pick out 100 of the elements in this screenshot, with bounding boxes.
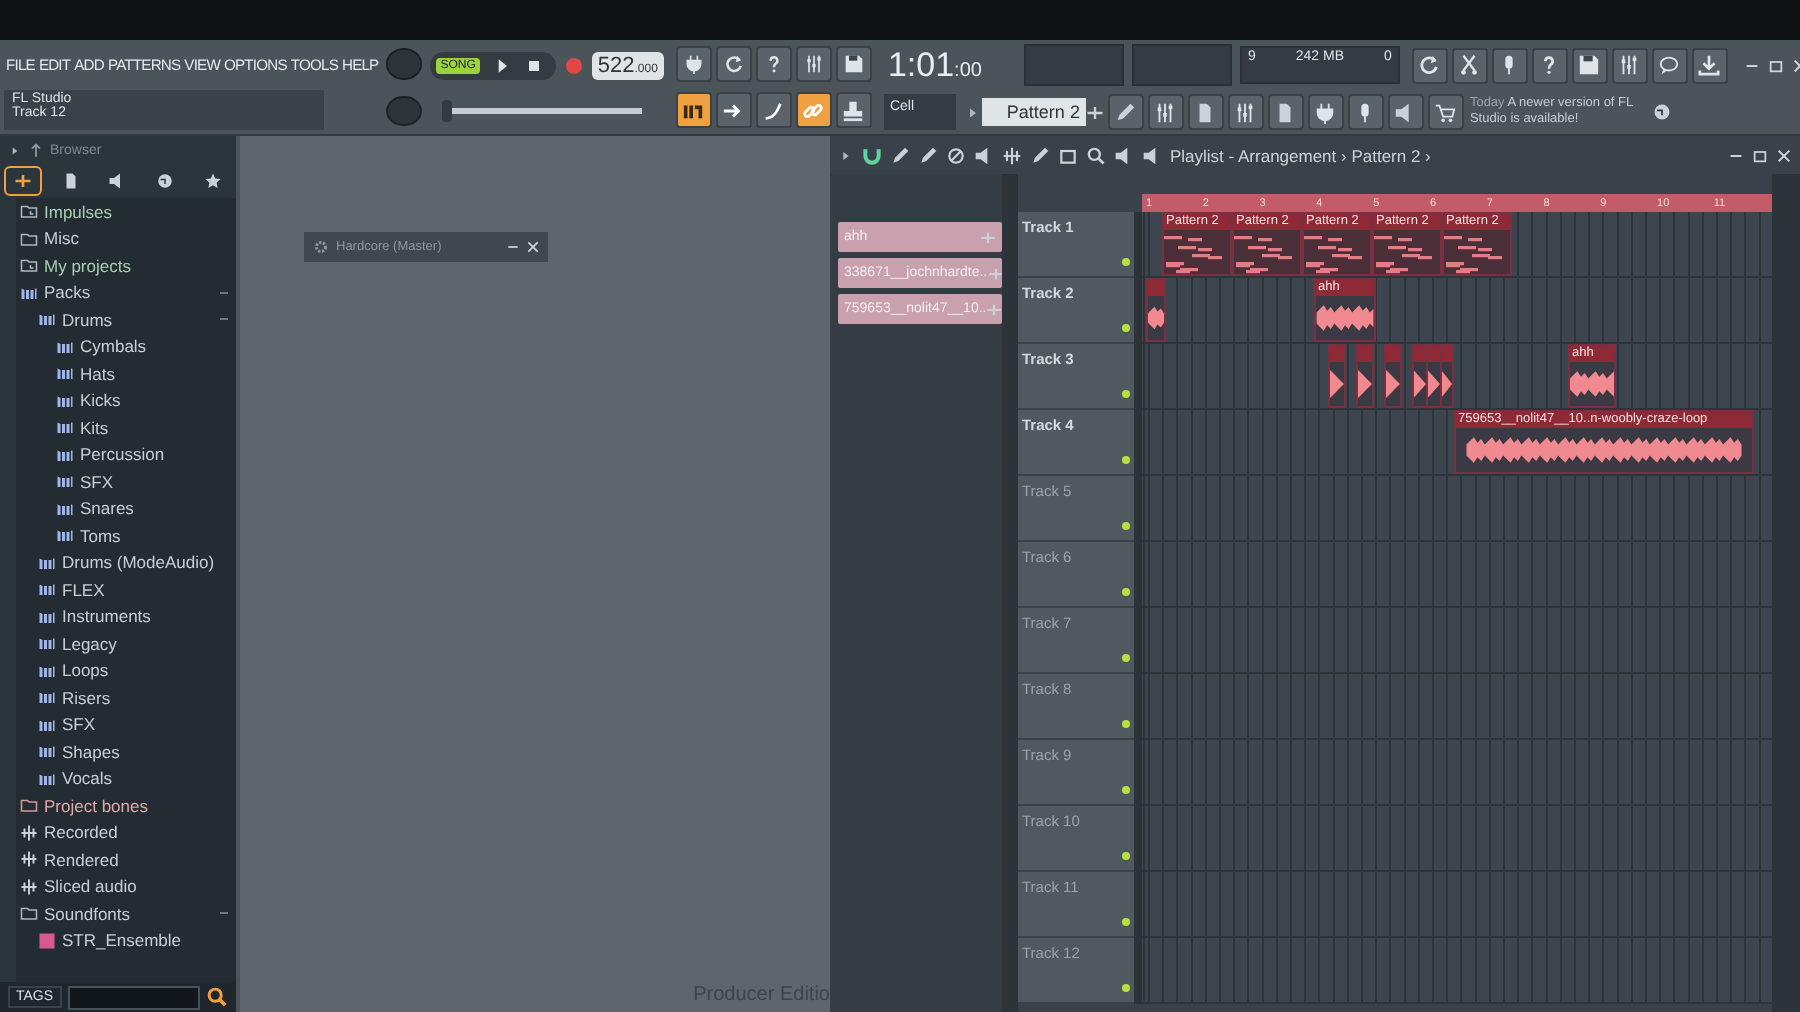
plus-icon[interactable] <box>1085 103 1104 121</box>
browser-item[interactable]: Kicks <box>16 387 236 414</box>
clip[interactable] <box>1328 344 1346 408</box>
star-icon <box>203 172 222 190</box>
clip[interactable] <box>1146 278 1166 342</box>
pencil-icon[interactable] <box>1030 145 1050 165</box>
snap-button[interactable] <box>755 92 792 129</box>
browser-item[interactable]: Legacy <box>16 630 236 657</box>
clip[interactable] <box>1356 344 1374 408</box>
folder-icon <box>20 796 38 815</box>
toolbar-button[interactable] <box>1147 94 1184 130</box>
waveform-icon[interactable] <box>1002 145 1022 165</box>
box-icon <box>38 688 56 707</box>
box-icon <box>38 607 56 626</box>
scrollbar[interactable] <box>1772 174 1800 1012</box>
maximize-icon[interactable] <box>1767 57 1784 73</box>
toolbar-button[interactable] <box>1187 94 1224 130</box>
box-icon <box>38 580 56 599</box>
browser-item[interactable]: Vocals <box>16 765 236 792</box>
box-icon <box>38 769 56 788</box>
toolbar-button[interactable] <box>755 45 792 82</box>
clip-header <box>1148 280 1164 296</box>
toolbar-button[interactable] <box>1451 47 1488 83</box>
snap-button[interactable] <box>715 92 752 129</box>
close-icon[interactable] <box>1776 147 1792 163</box>
slider-thumb[interactable] <box>442 100 453 122</box>
plus-icon <box>14 172 33 190</box>
playlist-title: Playlist - Arrangement › Pattern 2 › <box>1170 145 1431 165</box>
toolbar-button[interactable] <box>1427 94 1464 130</box>
scrollbar[interactable] <box>1002 174 1018 1012</box>
browser-item[interactable]: SFX <box>16 468 236 495</box>
toolbar-button[interactable] <box>1531 47 1568 83</box>
toolbar-button[interactable] <box>715 45 752 82</box>
up-arrow-icon[interactable] <box>28 142 44 158</box>
browser-tab[interactable] <box>4 166 43 196</box>
browser-item[interactable]: Recorded <box>16 819 236 846</box>
browser-item[interactable]: Kits <box>16 414 236 441</box>
toolbar-button[interactable] <box>1307 94 1344 130</box>
toolbar-button[interactable] <box>1107 94 1144 130</box>
maximize-icon[interactable] <box>1058 145 1078 165</box>
browser-item[interactable]: Soundfonts <box>16 900 236 927</box>
toolbar-button[interactable] <box>1347 94 1384 130</box>
stop-icon[interactable] <box>523 55 544 75</box>
browser-item[interactable]: Rendered <box>16 846 236 873</box>
snap-button[interactable] <box>795 92 832 129</box>
pattern-selector[interactable]: Pattern 2 <box>981 98 1086 126</box>
stamp-icon <box>842 99 865 122</box>
maximize-icon[interactable] <box>1752 147 1768 163</box>
mixer-icon <box>1618 54 1641 76</box>
browser-item[interactable]: Instruments <box>16 603 236 630</box>
mute-icon[interactable] <box>946 145 966 165</box>
browser-item[interactable]: Loops <box>16 657 236 684</box>
magnet-icon[interactable] <box>862 145 882 165</box>
browser-item[interactable]: Drums <box>16 306 236 333</box>
browser-item[interactable]: Project bones <box>16 792 236 819</box>
browser-item[interactable]: Sliced audio <box>16 873 236 900</box>
box-icon <box>56 364 74 383</box>
cart-icon <box>1434 101 1457 123</box>
toolbar-button[interactable] <box>1651 47 1688 83</box>
close-icon[interactable] <box>526 240 540 254</box>
toolbar-button[interactable] <box>795 45 832 82</box>
browser-item[interactable]: Drums (ModeAudio) <box>16 549 236 576</box>
browser-item[interactable]: FLEX <box>16 576 236 603</box>
caret-icon[interactable] <box>838 147 854 163</box>
browser-item[interactable]: Snares <box>16 495 236 522</box>
browser-item[interactable]: STR_Ensemble <box>16 927 236 954</box>
toolbar-button[interactable] <box>1387 94 1424 130</box>
browser-item[interactable]: Risers <box>16 684 236 711</box>
toolbar-button[interactable] <box>675 45 712 82</box>
folder-icon <box>20 904 38 923</box>
zoom-icon[interactable] <box>1086 145 1106 165</box>
browser-item[interactable]: Cymbals <box>16 333 236 360</box>
browser-item[interactable]: Impulses <box>16 198 236 225</box>
clip[interactable] <box>1384 344 1402 408</box>
toolbar-button[interactable] <box>1267 94 1304 130</box>
snap-button[interactable] <box>835 92 872 129</box>
browser-item[interactable]: Percussion <box>16 441 236 468</box>
toolbar-button[interactable] <box>1691 47 1728 83</box>
box-icon <box>20 283 38 302</box>
browser-item[interactable]: Shapes <box>16 738 236 765</box>
browser-item[interactable]: Misc <box>16 225 236 252</box>
browser-item[interactable]: My projects <box>16 252 236 279</box>
tags-field[interactable] <box>67 985 200 1009</box>
snap-button[interactable] <box>675 92 712 129</box>
toolbar-button[interactable] <box>1571 47 1608 83</box>
browser-item[interactable]: Toms <box>16 522 236 549</box>
folder-icon <box>20 256 38 275</box>
toolbar-button[interactable] <box>1491 47 1528 83</box>
caret-icon[interactable] <box>8 143 22 157</box>
toolbar-button[interactable] <box>1611 47 1648 83</box>
clip[interactable] <box>1440 344 1454 408</box>
minimize-icon[interactable] <box>506 240 520 254</box>
toolbar-button[interactable] <box>1227 94 1264 130</box>
browser-item[interactable]: Hats <box>16 360 236 387</box>
toolbar-button[interactable] <box>835 45 872 82</box>
search-icon[interactable] <box>206 986 228 1008</box>
toolbar-button[interactable] <box>1411 47 1448 83</box>
browser-item[interactable]: SFX <box>16 711 236 738</box>
browser-item[interactable]: Packs <box>16 279 236 306</box>
refresh-icon <box>1418 54 1441 76</box>
